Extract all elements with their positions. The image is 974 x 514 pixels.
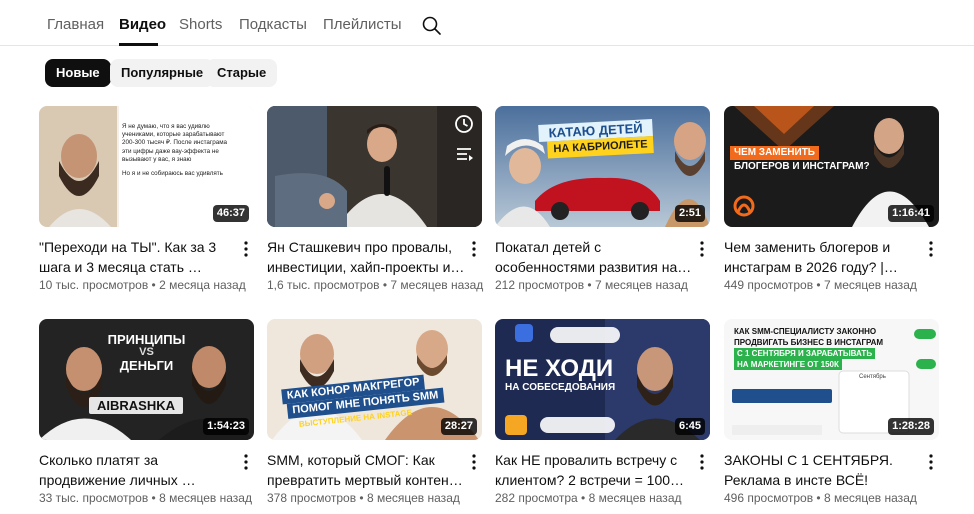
video-title[interactable]: Сколько платят за продвижение личных …: [39, 450, 239, 490]
thumbnail-text: НЕ ХОДИ НА СОБЕСЕДОВАНИЯ: [505, 355, 616, 394]
channel-tabs: Главная Видео Shorts Подкасты Плейлисты: [0, 0, 974, 46]
video-meta: 282 просмотра • 8 месяцев назад: [495, 491, 682, 505]
video-thumbnail[interactable]: НЕ ХОДИ НА СОБЕСЕДОВАНИЯ 6:45: [495, 319, 710, 440]
video-menu-button[interactable]: [239, 240, 253, 258]
more-vertical-icon: [244, 454, 248, 470]
more-vertical-icon: [472, 454, 476, 470]
video-duration: 6:45: [674, 418, 705, 435]
video-title[interactable]: Как НЕ провалить встречу с клиентом? 2 в…: [495, 450, 695, 490]
video-thumbnail[interactable]: Я не думаю, что я вас удивлю учениками, …: [39, 106, 254, 227]
video-title[interactable]: "Переходи на ТЫ". Как за 3 шага и 3 меся…: [39, 237, 239, 277]
video-title[interactable]: Покатал детей с особенностями развития н…: [495, 237, 695, 277]
video-menu-button[interactable]: [695, 453, 709, 471]
chip-newest[interactable]: Новые: [45, 59, 111, 87]
more-vertical-icon: [929, 454, 933, 470]
tab-videos[interactable]: Видео: [119, 16, 166, 33]
video-menu-button[interactable]: [239, 453, 253, 471]
tab-shorts[interactable]: Shorts: [179, 16, 222, 33]
search-button[interactable]: [420, 14, 444, 38]
chip-popular[interactable]: Популярные: [110, 59, 215, 87]
tab-playlists[interactable]: Плейлисты: [323, 16, 402, 33]
search-icon: [422, 16, 441, 35]
video-duration: 46:37: [212, 205, 249, 222]
video-title[interactable]: ЗАКОНЫ С 1 СЕНТЯБРЯ. Реклама в инсте ВСЁ…: [724, 450, 924, 490]
video-meta: 449 просмотров • 7 месяцев назад: [724, 278, 917, 292]
video-duration: 1:28:28: [888, 418, 934, 435]
video-duration: 1:16:41: [888, 205, 934, 222]
video-title[interactable]: Ян Сташкевич про провалы, инвестиции, ха…: [267, 237, 467, 277]
video-meta: 496 просмотров • 8 месяцев назад: [724, 491, 917, 505]
video-thumbnail[interactable]: КАТАЮ ДЕТЕЙ НА КАБРИОЛЕТЕ 2:51: [495, 106, 710, 227]
video-title[interactable]: Чем заменить блогеров и инстаграм в 2026…: [724, 237, 924, 277]
thumbnail-text: Я не думаю, что я вас удивлю учениками, …: [122, 123, 228, 178]
more-vertical-icon: [929, 241, 933, 257]
tab-podcasts[interactable]: Подкасты: [239, 16, 307, 33]
video-menu-button[interactable]: [924, 453, 938, 471]
thumbnail-text: КАК SMM-СПЕЦИАЛИСТУ ЗАКОННО ПРОДВИГАТЬ Б…: [734, 327, 884, 370]
video-thumbnail[interactable]: КАК SMM-СПЕЦИАЛИСТУ ЗАКОННО ПРОДВИГАТЬ Б…: [724, 319, 939, 440]
video-duration: 2:51: [674, 205, 705, 222]
video-duration: 28:27: [440, 418, 477, 435]
watch-later-icon[interactable]: [454, 114, 474, 134]
video-meta: 378 просмотров • 8 месяцев назад: [267, 491, 460, 505]
thumbnail-text: ПРИНЦИПЫ VS ДЕНЬГИ: [107, 332, 186, 373]
tab-home[interactable]: Главная: [47, 16, 104, 33]
active-tab-indicator: [119, 43, 158, 46]
more-vertical-icon: [700, 454, 704, 470]
video-meta: 1,6 тыс. просмотров • 7 месяцев назад: [267, 278, 484, 292]
video-menu-button[interactable]: [924, 240, 938, 258]
video-meta: 33 тыс. просмотров • 8 месяцев назад: [39, 491, 252, 505]
thumbnail-badge: AIBRASHKA: [89, 397, 183, 414]
video-thumbnail[interactable]: ПРИНЦИПЫ VS ДЕНЬГИ AIBRASHKA 1:54:23: [39, 319, 254, 440]
more-vertical-icon: [472, 241, 476, 257]
chip-oldest[interactable]: Старые: [206, 59, 278, 87]
video-menu-button[interactable]: [467, 453, 481, 471]
video-meta: 10 тыс. просмотров • 2 месяца назад: [39, 278, 246, 292]
more-vertical-icon: [244, 241, 248, 257]
video-thumbnail[interactable]: ЧЕМ ЗАМЕНИТЬ БЛОГЕРОВ И ИНСТАГРАМ? 1:16:…: [724, 106, 939, 227]
video-thumbnail[interactable]: КАК КОНОР МАКГРЕГОР ПОМОГ МНЕ ПОНЯТЬ SMM…: [267, 319, 482, 440]
video-title[interactable]: SMM, который СМОГ: Как превратить мертвы…: [267, 450, 467, 490]
video-menu-button[interactable]: [695, 240, 709, 258]
video-duration: 1:54:23: [203, 418, 249, 435]
more-vertical-icon: [700, 241, 704, 257]
calendar-month: Сентябрь: [859, 374, 886, 380]
thumbnail-text: ЧЕМ ЗАМЕНИТЬ БЛОГЕРОВ И ИНСТАГРАМ?: [730, 146, 874, 174]
add-to-queue-icon[interactable]: [454, 144, 474, 164]
video-menu-button[interactable]: [467, 240, 481, 258]
thumbnail-text: КАТАЮ ДЕТЕЙ НА КАБРИОЛЕТЕ: [538, 119, 654, 159]
video-meta: 212 просмотров • 7 месяцев назад: [495, 278, 688, 292]
video-thumbnail[interactable]: [267, 106, 482, 227]
thumbnail-overlay: [454, 114, 474, 164]
